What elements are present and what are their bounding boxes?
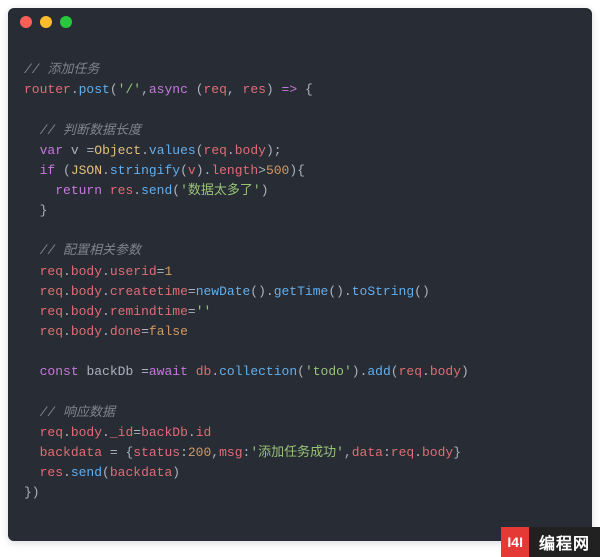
ident: req	[204, 143, 227, 158]
ident: backDb	[141, 425, 188, 440]
titlebar	[8, 8, 592, 36]
prop: body	[71, 284, 102, 299]
keyword: return	[55, 183, 102, 198]
method: send	[71, 465, 102, 480]
ident: res	[110, 183, 133, 198]
prop: done	[110, 324, 141, 339]
class: Object	[94, 143, 141, 158]
watermark-logo: I4I	[501, 527, 529, 557]
prop: body	[235, 143, 266, 158]
comment: // 配置相关参数	[40, 243, 141, 258]
string: 'todo'	[305, 364, 352, 379]
string: '/'	[118, 82, 141, 97]
prop: msg	[219, 445, 242, 460]
method: getTime	[274, 284, 329, 299]
prop: _id	[110, 425, 133, 440]
ident: req	[40, 264, 63, 279]
method: stringify	[110, 163, 180, 178]
ident: req	[391, 445, 414, 460]
minimize-icon[interactable]	[40, 16, 52, 28]
param: res	[243, 82, 266, 97]
ident: router	[24, 82, 71, 97]
prop: createtime	[110, 284, 188, 299]
string: ''	[196, 304, 212, 319]
ident: req	[40, 284, 63, 299]
method: collection	[219, 364, 297, 379]
watermark: I4I 编程网	[501, 527, 600, 557]
method: send	[141, 183, 172, 198]
comment: // 添加任务	[24, 62, 99, 77]
keyword: await	[149, 364, 188, 379]
keyword: async	[149, 82, 188, 97]
ident: req	[40, 425, 63, 440]
prop: body	[71, 425, 102, 440]
keyword: const	[40, 364, 79, 379]
method: post	[79, 82, 110, 97]
comment: // 判断数据长度	[40, 123, 141, 138]
number: 500	[266, 163, 289, 178]
prop: data	[352, 445, 383, 460]
prop: userid	[110, 264, 157, 279]
keyword: if	[40, 163, 56, 178]
keyword: var	[40, 143, 63, 158]
watermark-text: 编程网	[529, 527, 600, 557]
comment: // 响应数据	[40, 405, 115, 420]
ident: backdata	[110, 465, 172, 480]
prop: body	[422, 445, 453, 460]
ident: backdata	[40, 445, 102, 460]
bool: false	[149, 324, 188, 339]
ident: req	[40, 324, 63, 339]
maximize-icon[interactable]	[60, 16, 72, 28]
ident: req	[399, 364, 422, 379]
prop: id	[196, 425, 212, 440]
number: 200	[188, 445, 211, 460]
close-icon[interactable]	[20, 16, 32, 28]
string: '添加任务成功'	[250, 445, 344, 460]
editor-window: // 添加任务 router.post('/',async (req, res)…	[8, 8, 592, 541]
string: '数据太多了'	[180, 183, 261, 198]
code-area: // 添加任务 router.post('/',async (req, res)…	[8, 36, 592, 519]
ident: res	[40, 465, 63, 480]
ident: req	[40, 304, 63, 319]
method: toString	[352, 284, 414, 299]
prop: body	[71, 304, 102, 319]
prop: body	[430, 364, 461, 379]
class: JSON	[71, 163, 102, 178]
number: 1	[164, 264, 172, 279]
prop: remindtime	[110, 304, 188, 319]
param: req	[204, 82, 227, 97]
var: backDb	[86, 364, 133, 379]
prop: length	[211, 163, 258, 178]
prop: body	[71, 264, 102, 279]
method: newDate	[196, 284, 251, 299]
var: v	[71, 143, 79, 158]
prop: body	[71, 324, 102, 339]
prop: status	[133, 445, 180, 460]
ident: v	[188, 163, 196, 178]
method: values	[149, 143, 196, 158]
ident: db	[196, 364, 212, 379]
method: add	[367, 364, 390, 379]
